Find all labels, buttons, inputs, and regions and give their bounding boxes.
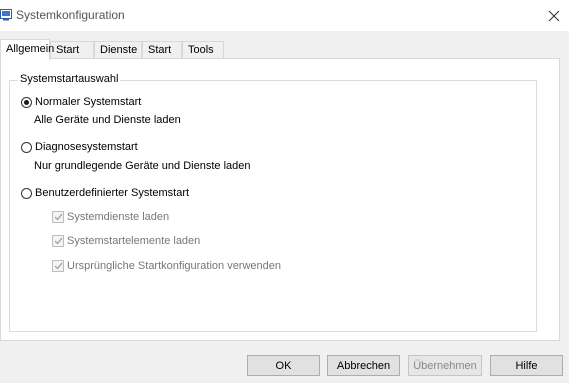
selective-startup-label: Benutzerdefinierter Systemstart: [35, 187, 190, 199]
general-tab-panel: Systemstartauswahl Normaler Systemstart …: [0, 58, 560, 341]
tab-start[interactable]: Start: [50, 41, 94, 58]
load-startup-items-option: Systemstartelemente laden: [52, 235, 200, 247]
load-system-services-label: Systemdienste laden: [67, 211, 170, 223]
load-system-services-option: Systemdienste laden: [52, 211, 169, 223]
radio-diagnostic-startup[interactable]: [21, 141, 32, 153]
diagnostic-startup-description: Nur grundlegende Geräte und Dienste lade…: [34, 160, 251, 172]
apply-button[interactable]: Übernehmen: [408, 355, 482, 376]
normal-startup-option[interactable]: Normaler Systemstart: [21, 96, 141, 108]
use-original-boot-config-checkbox: [52, 260, 64, 272]
diagnostic-startup-label: Diagnosesystemstart: [35, 141, 138, 153]
close-button[interactable]: [540, 2, 568, 30]
window-title: Systemkonfiguration: [16, 8, 125, 22]
close-icon: [548, 10, 560, 22]
tab-tools[interactable]: Tools: [182, 41, 224, 58]
selective-startup-option[interactable]: Benutzerdefinierter Systemstart: [21, 187, 189, 199]
checkmark-icon: [54, 237, 62, 245]
tab-allgemein[interactable]: Allgemein: [0, 39, 54, 60]
radio-selective-startup[interactable]: [21, 187, 32, 199]
checkmark-icon: [54, 213, 62, 221]
load-startup-items-checkbox: [52, 235, 64, 247]
startup-selection-group: Systemstartauswahl Normaler Systemstart …: [9, 73, 537, 332]
msconfig-icon: [0, 9, 12, 21]
use-original-boot-config-option: Ursprüngliche Startkonfiguration verwend…: [52, 260, 281, 272]
load-system-services-checkbox: [52, 211, 64, 223]
radio-normal-startup[interactable]: [21, 96, 32, 108]
diagnostic-startup-option[interactable]: Diagnosesystemstart: [21, 141, 138, 153]
help-button[interactable]: Hilfe: [490, 355, 563, 376]
cancel-button[interactable]: Abbrechen: [327, 355, 400, 376]
normal-startup-label: Normaler Systemstart: [35, 96, 142, 108]
normal-startup-description: Alle Geräte und Dienste laden: [34, 114, 181, 126]
ok-button[interactable]: OK: [247, 355, 320, 376]
group-title: Systemstartauswahl: [18, 73, 121, 85]
title-bar: Systemkonfiguration: [0, 0, 569, 31]
tab-dienste[interactable]: Dienste: [94, 41, 142, 58]
load-startup-items-label: Systemstartelemente laden: [67, 235, 201, 247]
tab-systemstart[interactable]: Start: [142, 41, 182, 58]
checkmark-icon: [54, 262, 62, 270]
use-original-boot-config-label: Ursprüngliche Startkonfiguration verwend…: [67, 260, 282, 272]
